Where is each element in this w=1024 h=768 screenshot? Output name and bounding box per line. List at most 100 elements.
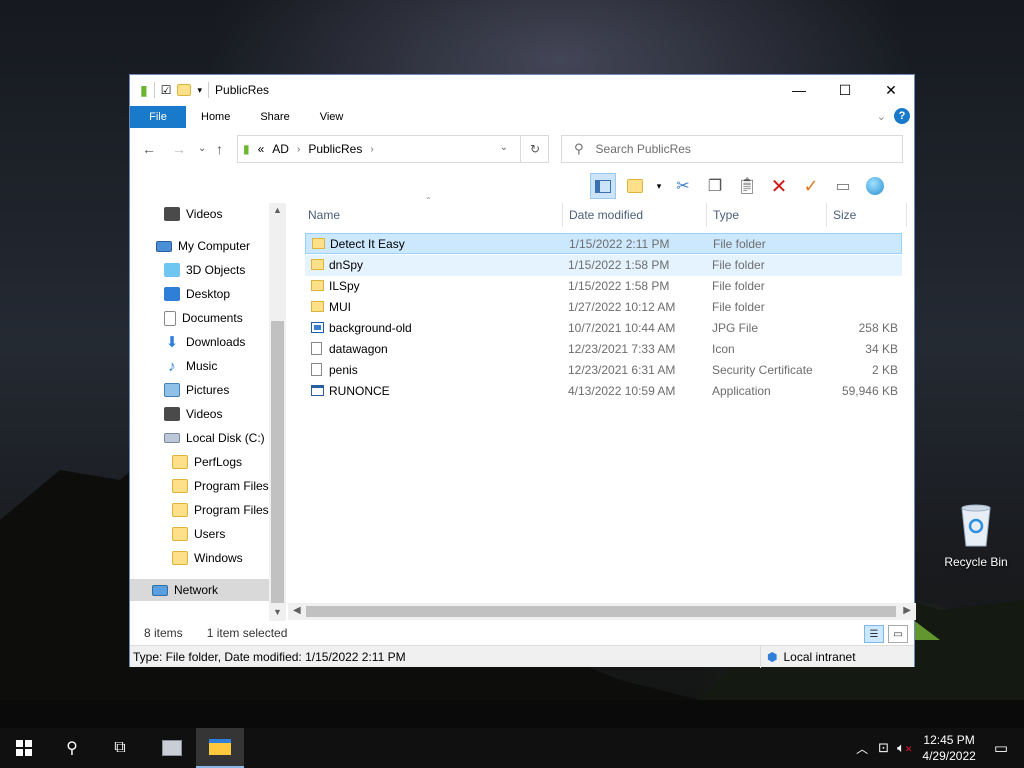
nav-item-program-files-x86[interactable]: Program Files ( — [172, 499, 276, 521]
breadcrumb-publicres[interactable]: PublicRes — [308, 142, 362, 156]
file-list-horizontal-scrollbar[interactable]: ◀ ▶ — [288, 603, 916, 620]
nav-item-program-files[interactable]: Program Files — [172, 475, 269, 497]
file-type: JPG File — [712, 321, 759, 335]
minimize-button[interactable]: — — [776, 75, 822, 105]
file-row[interactable]: ILSpy 1/15/2022 1:58 PM File folder — [305, 276, 902, 297]
file-row[interactable]: MUI 1/27/2022 10:12 AM File folder — [305, 297, 902, 318]
properties-icon[interactable]: ☑ — [161, 83, 172, 97]
rename-check-icon[interactable]: ✓ — [798, 173, 824, 199]
scroll-right-icon[interactable]: ▶ — [903, 605, 911, 616]
folder-icon — [312, 238, 325, 249]
new-folder-icon[interactable] — [177, 84, 192, 96]
column-header-date-modified[interactable]: Date modified — [563, 203, 707, 227]
close-button[interactable]: ✕ — [868, 75, 914, 105]
file-name: background-old — [329, 321, 412, 335]
folder-icon — [311, 301, 324, 312]
ribbon-tabs: File Home Share View — [130, 106, 914, 128]
scroll-down-icon[interactable]: ▼ — [273, 607, 282, 617]
file-row[interactable]: dnSpy 1/15/2022 1:58 PM File folder — [305, 255, 902, 276]
nav-item-label: Users — [194, 527, 226, 541]
file-size: 59,946 KB — [841, 384, 898, 398]
chevron-down-icon[interactable]: ⌄ — [500, 142, 508, 153]
up-button[interactable]: ↑ — [216, 141, 223, 157]
tab-share[interactable]: Share — [245, 106, 304, 128]
network-globe-icon[interactable] — [862, 173, 888, 199]
column-header-name[interactable]: Name — [298, 203, 563, 227]
address-prefix[interactable]: « — [258, 142, 265, 156]
nav-item-perflogs[interactable]: PerfLogs — [172, 451, 242, 473]
chevron-up-icon[interactable]: ︿ — [856, 740, 868, 757]
copy-icon[interactable]: ❐ — [702, 173, 728, 199]
maximize-button[interactable]: ☐ — [822, 75, 868, 105]
column-header-type[interactable]: Type — [707, 203, 827, 227]
taskbar-app-server-manager[interactable] — [148, 728, 196, 768]
title-bar[interactable]: ▮ ☑ ▾ PublicRes — ☐ ✕ — [130, 75, 914, 105]
scroll-up-icon[interactable]: ▲ — [273, 205, 282, 215]
properties-icon[interactable]: ▭ — [830, 173, 856, 199]
nav-item-my-computer[interactable]: My Computer — [156, 235, 250, 257]
tab-view[interactable]: View — [305, 106, 359, 128]
search-button[interactable]: ⚲ — [48, 728, 96, 768]
recent-locations-button[interactable]: ⌄ — [198, 143, 206, 154]
nav-item-users[interactable]: Users — [172, 523, 225, 545]
back-button[interactable]: ← — [142, 141, 156, 157]
cut-icon[interactable]: ✂ — [670, 173, 696, 199]
application-icon — [311, 385, 324, 396]
file-row[interactable]: penis 12/23/2021 6:31 AM Security Certif… — [305, 360, 902, 381]
search-box[interactable]: ⚲ Search PublicRes — [561, 135, 903, 163]
nav-item-label: Videos — [186, 207, 223, 221]
network-status-icon[interactable]: ⊡ — [878, 740, 889, 756]
clock[interactable]: 12:45 PM 4/29/2022 — [922, 732, 975, 764]
task-view-button[interactable]: ⧉ — [96, 728, 144, 768]
notifications-icon[interactable]: ▭ — [994, 739, 1008, 757]
video-icon — [164, 207, 180, 221]
nav-item-pictures[interactable]: Pictures — [164, 379, 229, 401]
scrollbar-thumb[interactable] — [306, 606, 896, 617]
column-header-size[interactable]: Size — [827, 203, 907, 227]
nav-item-label: Videos — [186, 407, 223, 421]
recycle-bin-desktop-icon[interactable]: Recycle Bin — [938, 500, 1014, 569]
delete-icon[interactable]: ✕ — [766, 173, 792, 199]
tab-file[interactable]: File — [130, 106, 186, 128]
address-bar[interactable]: ▮ « AD › PublicRes › ⌄ — [237, 135, 549, 163]
scroll-left-icon[interactable]: ◀ — [293, 605, 301, 616]
nav-item-windows[interactable]: Windows — [172, 547, 243, 569]
nav-item-desktop[interactable]: Desktop — [164, 283, 230, 305]
file-row[interactable]: RUNONCE 4/13/2022 10:59 AM Application 5… — [305, 381, 902, 402]
nav-item-documents[interactable]: Documents — [164, 307, 243, 329]
file-icon — [311, 342, 322, 355]
help-icon[interactable]: ? — [894, 108, 910, 124]
large-icons-view-icon[interactable]: ▭ — [888, 625, 908, 643]
forward-button[interactable]: → — [172, 141, 186, 157]
nav-item-videos[interactable]: Videos — [164, 203, 222, 225]
dropdown-icon[interactable]: ▾ — [654, 173, 664, 199]
start-button[interactable] — [0, 728, 48, 768]
paste-icon[interactable]: 📋︎ — [734, 173, 760, 199]
file-row[interactable]: datawagon 12/23/2021 7:33 AM Icon 34 KB — [305, 339, 902, 360]
nav-item-downloads[interactable]: ⬇ Downloads — [164, 331, 246, 353]
explorer-icon: ▮ — [140, 81, 148, 98]
breadcrumb-ad[interactable]: AD — [272, 142, 289, 156]
taskbar-app-file-explorer[interactable] — [196, 728, 244, 768]
chevron-right-icon[interactable]: › — [297, 144, 300, 155]
nav-item-network[interactable]: Network — [130, 579, 269, 601]
nav-item-3d-objects[interactable]: 3D Objects — [164, 259, 245, 281]
search-input[interactable]: Search PublicRes — [596, 142, 691, 156]
new-folder-icon[interactable] — [622, 173, 648, 199]
expand-ribbon-icon[interactable]: ⌄ — [877, 110, 886, 123]
refresh-button[interactable]: ↻ — [520, 135, 549, 163]
file-row[interactable]: Detect It Easy 1/15/2022 2:11 PM File fo… — [305, 233, 902, 254]
preview-pane-icon[interactable] — [590, 173, 616, 199]
customize-qat-icon[interactable]: ▾ — [197, 85, 202, 96]
volume-muted-icon[interactable]: 🔈︎✕ — [897, 740, 912, 756]
nav-pane-scrollbar[interactable]: ▲ ▼ — [269, 203, 286, 621]
scrollbar-thumb[interactable] — [271, 321, 284, 603]
nav-item-local-disk[interactable]: Local Disk (C:) — [164, 427, 265, 449]
nav-item-videos-2[interactable]: Videos — [164, 403, 222, 425]
chevron-right-icon[interactable]: › — [370, 144, 373, 155]
nav-item-music[interactable]: ♪ Music — [164, 355, 217, 377]
details-view-icon[interactable]: ☰ — [864, 625, 884, 643]
file-row[interactable]: background-old 10/7/2021 10:44 AM JPG Fi… — [305, 318, 902, 339]
location-icon: ▮ — [243, 142, 250, 156]
tab-home[interactable]: Home — [186, 106, 245, 128]
